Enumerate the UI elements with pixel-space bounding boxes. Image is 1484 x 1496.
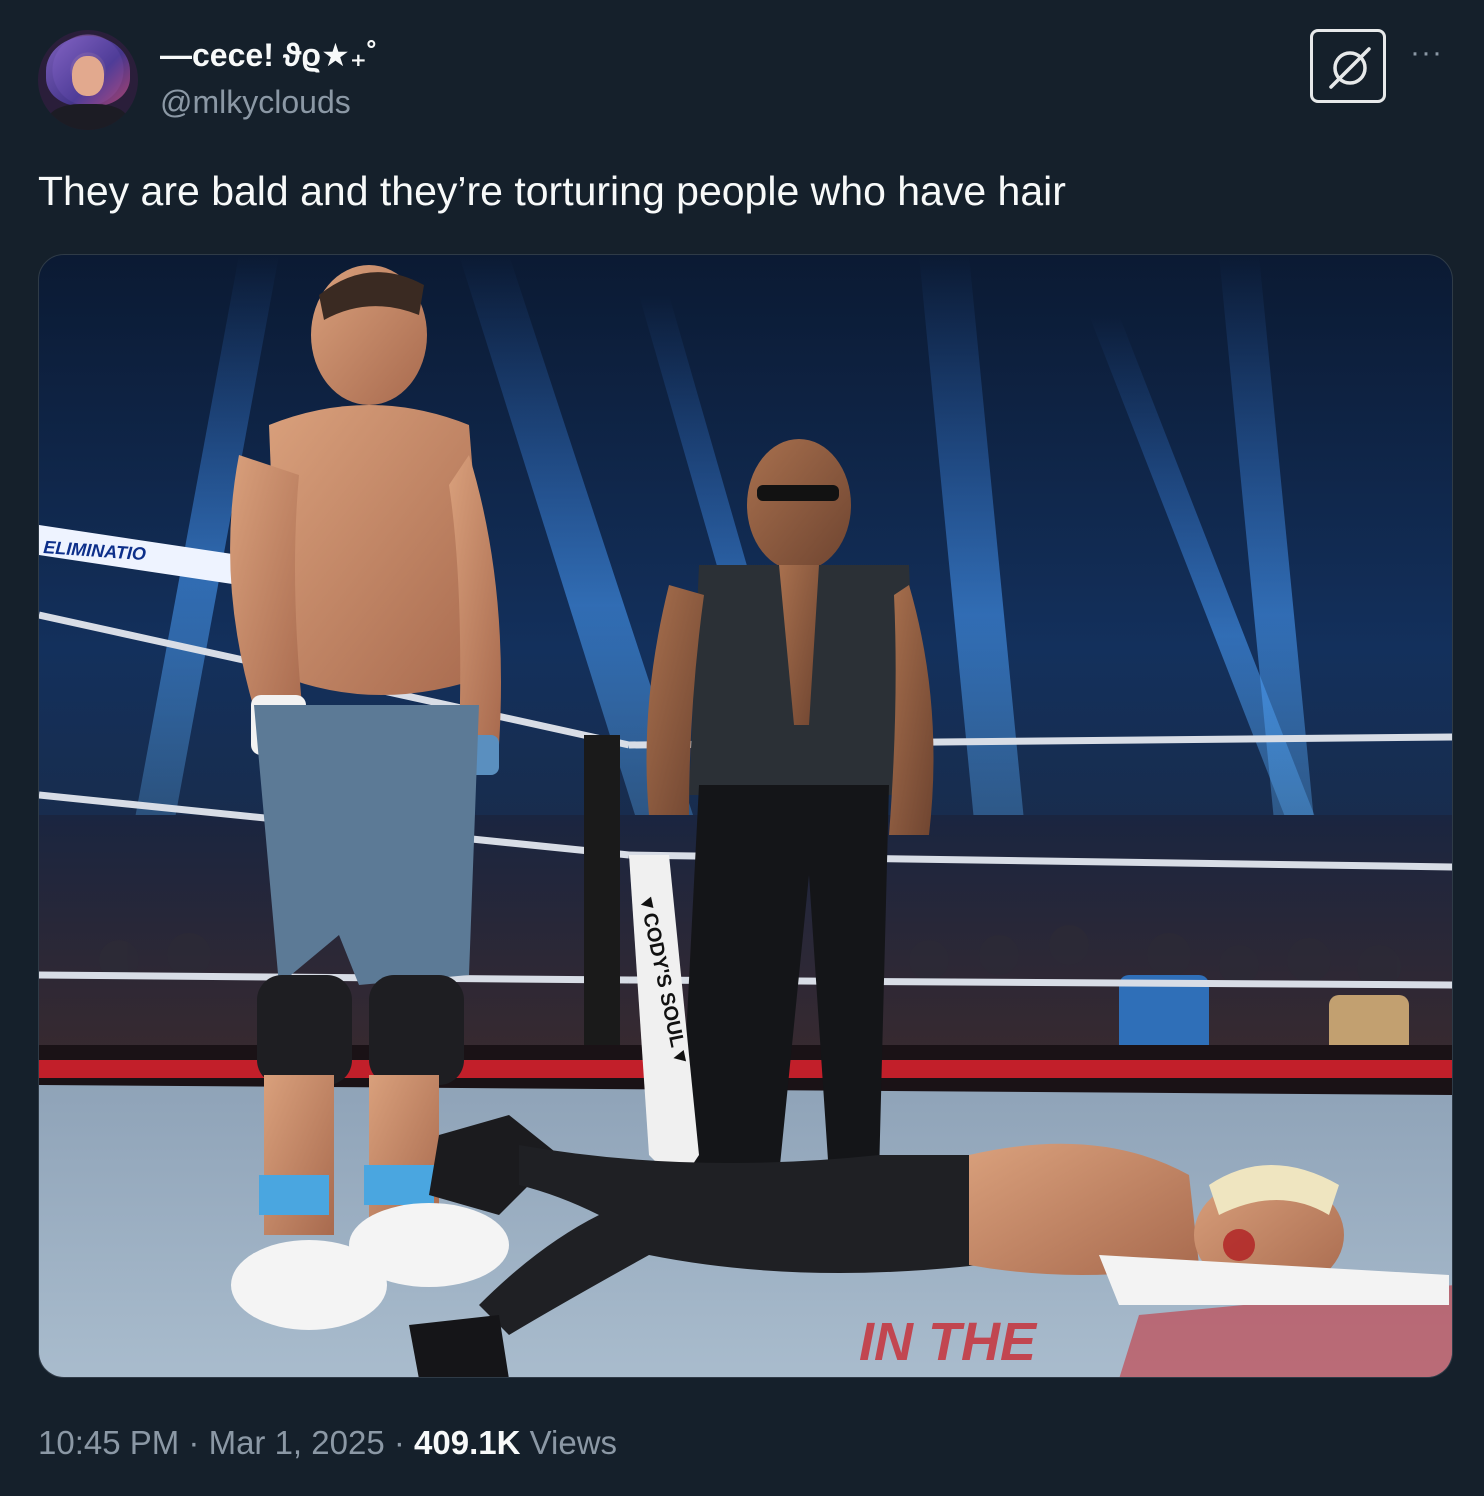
tweet-time[interactable]: 10:45 PM — [38, 1424, 179, 1461]
views-label: Views — [520, 1424, 618, 1461]
avatar-body — [48, 104, 128, 130]
meta-separator: · — [179, 1424, 209, 1461]
meta-separator: · — [384, 1424, 415, 1461]
profile-avatar[interactable] — [38, 30, 138, 130]
tweet-text: They are bald and they’re torturing peop… — [38, 168, 1066, 214]
mat-text: IN THE — [859, 1312, 1038, 1372]
author-handle[interactable]: @mlkyclouds — [160, 84, 351, 121]
tweet-meta: 10:45 PM · Mar 1, 2025 · 409.1K Views — [38, 1424, 617, 1462]
tweet-photo[interactable]: ELIMINATIO IN THE ▼CODY'S SOUL▼ — [38, 254, 1453, 1378]
views-count[interactable]: 409.1K — [414, 1424, 520, 1461]
tweet-card: —cece! ϑϱ★₊˚ @mlkyclouds ··· They are ba… — [0, 0, 1484, 1496]
author-display-name[interactable]: —cece! ϑϱ★₊˚ — [160, 36, 377, 74]
more-horizontal-icon[interactable]: ··· — [1410, 38, 1450, 68]
turnbuckle-post — [584, 735, 620, 1065]
grok-button[interactable] — [1310, 29, 1386, 103]
tweet-date[interactable]: Mar 1, 2025 — [209, 1424, 385, 1461]
grok-slash-circle-icon — [1329, 47, 1371, 89]
avatar-face — [72, 56, 104, 96]
wrestling-ring-photo: ELIMINATIO IN THE ▼CODY'S SOUL▼ — [39, 255, 1452, 1377]
